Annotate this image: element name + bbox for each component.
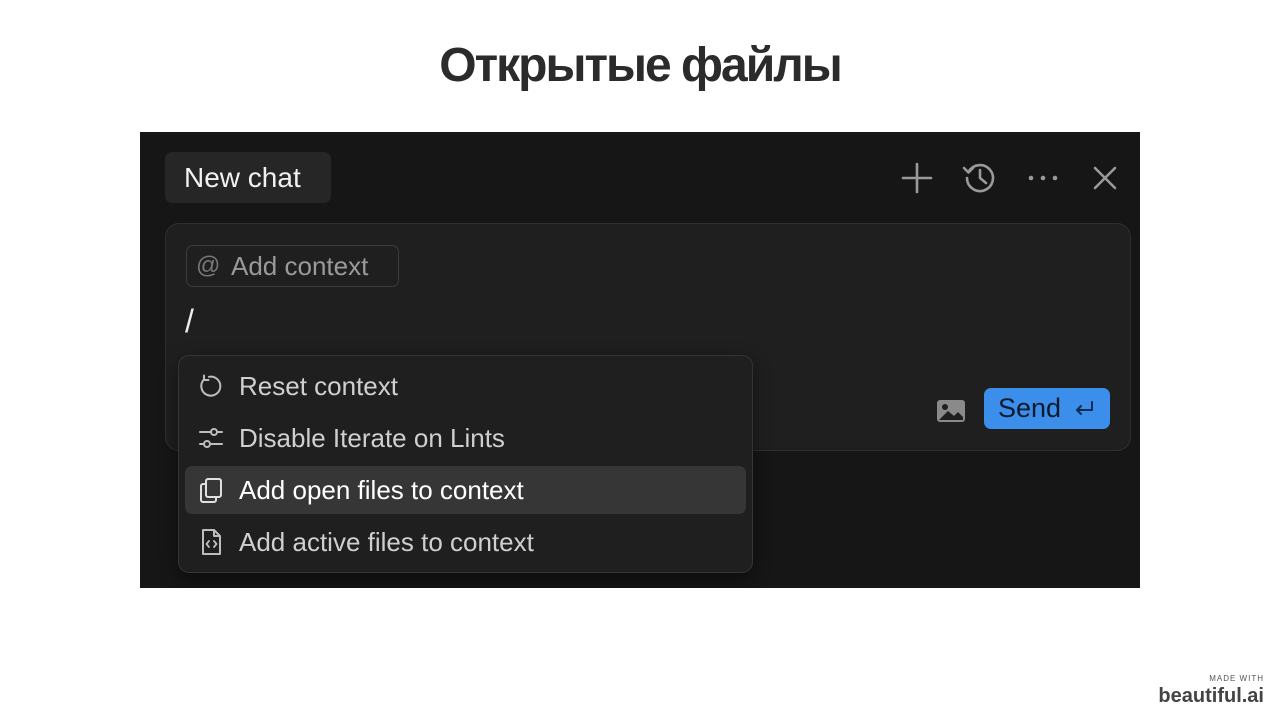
refresh-icon <box>197 372 225 400</box>
send-label: Send <box>998 393 1062 423</box>
brand-name: beautiful.ai <box>1158 685 1264 707</box>
message-input[interactable]: / <box>185 303 194 339</box>
menu-item-label: Disable Iterate on Lints <box>239 423 505 453</box>
new-chat-tab[interactable]: New chat <box>165 152 331 203</box>
history-icon[interactable] <box>960 158 1000 198</box>
image-icon[interactable] <box>935 395 967 427</box>
at-icon: @ <box>196 252 221 279</box>
menu-item-add-open-files[interactable]: Add open files to context <box>185 466 746 514</box>
more-icon[interactable] <box>1023 158 1063 198</box>
enter-icon <box>1072 397 1096 421</box>
close-icon[interactable] <box>1085 158 1125 198</box>
slide: Открытые файлы New chat @ Add context / … <box>0 0 1280 720</box>
add-context-label: Add context <box>231 251 369 281</box>
brand-watermark: MADE WITH beautiful.ai <box>1158 674 1264 708</box>
plus-icon[interactable] <box>897 158 937 198</box>
add-context-button[interactable]: @ Add context <box>186 245 399 287</box>
menu-item-label: Add open files to context <box>239 475 524 505</box>
command-menu: Reset context Disable Iterate on Lints A… <box>178 355 753 573</box>
menu-item-label: Add active files to context <box>239 527 534 557</box>
menu-item-disable-iterate-on-lints[interactable]: Disable Iterate on Lints <box>185 414 746 462</box>
chat-panel: New chat @ Add context / Send Reset cont… <box>140 132 1140 588</box>
copy-files-icon <box>197 476 225 504</box>
made-with-label: MADE WITH <box>1209 674 1264 683</box>
send-button[interactable]: Send <box>984 388 1110 429</box>
sliders-icon <box>197 424 225 452</box>
menu-item-reset-context[interactable]: Reset context <box>185 362 746 410</box>
slide-title: Открытые файлы <box>439 39 842 92</box>
code-file-icon <box>197 528 225 556</box>
menu-item-label: Reset context <box>239 371 398 401</box>
menu-item-add-active-files[interactable]: Add active files to context <box>185 518 746 566</box>
